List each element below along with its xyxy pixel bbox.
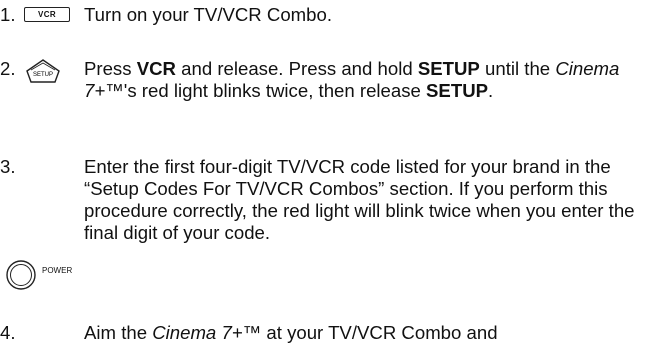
setup-key-name: SETUP: [426, 80, 489, 101]
power-button-graphic: POWER: [4, 258, 72, 297]
step-4: 4. Aim the Cinema 7+™ at your TV/VCR Com…: [0, 322, 656, 346]
text-run: .: [488, 80, 494, 101]
product-name: Cinema 7+™: [152, 322, 262, 343]
text-run: and release. Press and hold: [175, 58, 418, 79]
text-run: Aim the: [84, 322, 153, 343]
text-run: until the: [479, 58, 556, 79]
vcr-key-name: VCR: [136, 58, 176, 79]
step-text: Press VCR and release. Press and hold SE…: [84, 58, 644, 102]
step-1: 1. VCR Turn on your TV/VCR Combo.: [0, 4, 656, 28]
step-number: 1.: [0, 4, 16, 25]
step-text: Aim the Cinema 7+™ at your TV/VCR Combo …: [84, 322, 644, 344]
text-run: 's red light blinks twice, then release: [123, 80, 427, 101]
text-run: Press: [84, 58, 137, 79]
step-3: 3. Enter the first four-digit TV/VCR cod…: [0, 156, 656, 290]
setup-button-icon: SETUP: [26, 59, 60, 83]
step-2: 2. SETUP Press VCR and release. Press an…: [0, 58, 656, 128]
setup-button-label: SETUP: [33, 72, 53, 78]
step-text: Enter the first four-digit TV/VCR code l…: [84, 156, 635, 243]
vcr-button-icon: VCR: [24, 7, 70, 22]
power-button-icon: [6, 260, 36, 290]
vcr-button-label: VCR: [37, 10, 57, 19]
step-number: 2.: [0, 58, 16, 79]
text-run: at your TV/VCR Combo and: [261, 322, 498, 343]
power-button-label: POWER: [42, 266, 73, 275]
step-text: Turn on your TV/VCR Combo.: [84, 4, 333, 25]
setup-key-name: SETUP: [417, 58, 480, 79]
step-number: 4.: [0, 322, 16, 343]
step-number: 3.: [0, 156, 16, 177]
